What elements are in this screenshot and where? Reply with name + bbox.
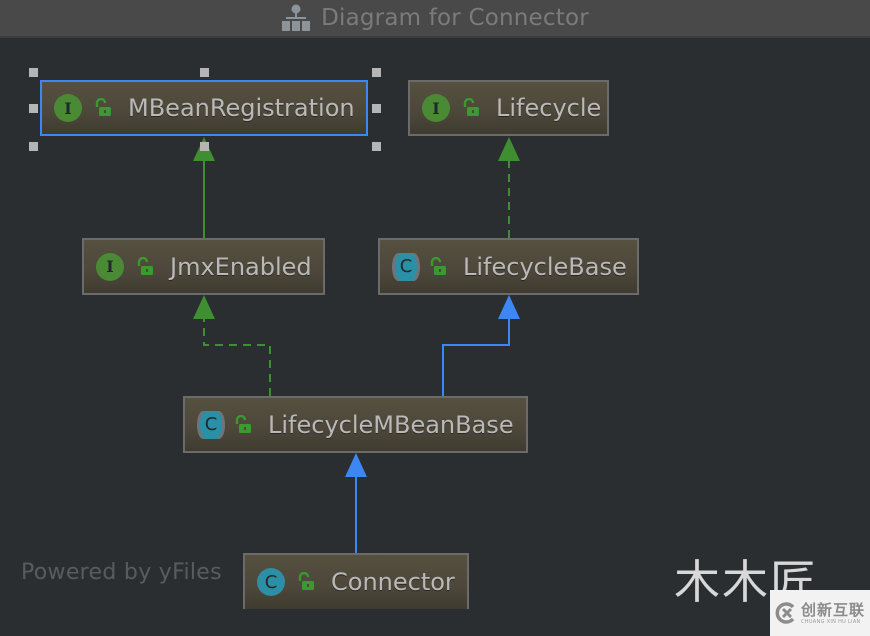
node-jmxenabled[interactable]: I JmxEnabled (82, 238, 325, 295)
public-unlocked-icon (137, 256, 153, 275)
abstract-class-icon: C (395, 252, 417, 281)
node-label: LifecycleMBeanBase (268, 410, 514, 439)
node-label: Lifecycle (496, 94, 602, 122)
public-unlocked-icon (463, 98, 479, 116)
brand-name-en: CHUANG XIN HU LIAN (801, 618, 861, 625)
diagram-canvas[interactable]: I MBeanRegistration I Lifecycle I JmxEna… (0, 38, 870, 636)
selection-handle-top-right[interactable] (372, 68, 381, 77)
selection-handle-top[interactable] (200, 68, 209, 77)
public-unlocked-icon (95, 98, 111, 116)
selection-handle-bottom-right[interactable] (372, 142, 381, 151)
node-connector[interactable]: C Connector (243, 553, 469, 609)
diagram-title: Diagram for Connector (321, 5, 589, 31)
edge-lifecyclembeanbase-jmxenabled[interactable] (193, 295, 271, 396)
brand-logo-icon (775, 602, 795, 624)
class-icon: C (257, 568, 285, 596)
edge-lifecyclebase-lifecycle[interactable] (498, 137, 520, 238)
diagram-title-bar: Diagram for Connector (0, 0, 870, 38)
node-label: JmxEnabled (170, 252, 312, 281)
selection-handle-bottom[interactable] (200, 142, 209, 151)
selection-handle-bottom-left[interactable] (29, 142, 38, 151)
edge-connector-lifecyclembeanbase[interactable] (345, 453, 367, 553)
interface-icon: I (422, 94, 450, 122)
powered-by-yfiles: Powered by yFiles (21, 560, 222, 585)
node-lifecyclebase[interactable]: C LifecycleBase (378, 238, 639, 295)
public-unlocked-icon (430, 256, 446, 275)
node-lifecyclembeanbase[interactable]: C LifecycleMBeanBase (183, 396, 528, 453)
public-unlocked-icon (235, 414, 251, 433)
edge-jmxenabled-mbeanregistration[interactable] (193, 137, 215, 238)
abstract-class-icon: C (200, 410, 222, 439)
edge-lifecyclembeanbase-lifecyclebase[interactable] (442, 295, 520, 396)
hierarchy-diagram-icon (282, 4, 311, 31)
node-lifecycle[interactable]: I Lifecycle (408, 80, 609, 136)
node-mbeanregistration[interactable]: I MBeanRegistration (40, 80, 368, 136)
node-label: Connector (331, 568, 455, 596)
node-label: LifecycleBase (463, 252, 627, 281)
selection-handle-right[interactable] (372, 104, 381, 113)
node-label: MBeanRegistration (128, 94, 355, 122)
interface-icon: I (96, 252, 124, 281)
public-unlocked-icon (298, 572, 314, 590)
brand-name-cn: 创新互联 (801, 600, 866, 619)
interface-icon: I (54, 94, 82, 122)
selection-handle-top-left[interactable] (29, 68, 38, 77)
watermark-brand: 创新互联 CHUANG XIN HU LIAN (770, 590, 870, 636)
selection-handle-left[interactable] (29, 104, 38, 113)
